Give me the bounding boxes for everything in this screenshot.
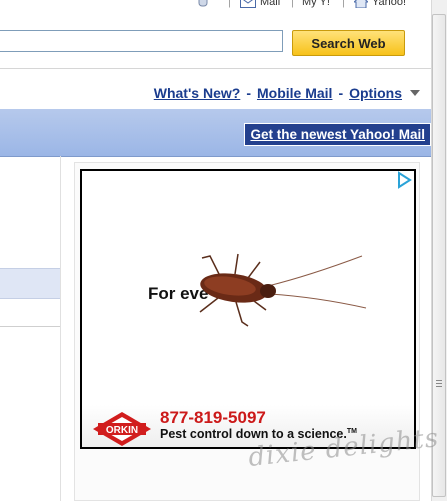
header-links: What's New? - Mobile Mail - Options bbox=[154, 85, 420, 101]
orkin-logo: ORKIN bbox=[93, 412, 151, 446]
search-input[interactable] bbox=[0, 30, 283, 52]
mobile-mail-link[interactable]: Mobile Mail bbox=[257, 85, 332, 101]
separator: | bbox=[228, 0, 231, 8]
cockroach-image bbox=[199, 253, 367, 327]
adchoices-icon[interactable] bbox=[395, 171, 413, 189]
yahoo-home-link[interactable]: Yahoo! bbox=[354, 0, 406, 8]
scroll-grip-line bbox=[436, 383, 442, 384]
user-icon-link[interactable] bbox=[196, 0, 210, 8]
mail-label: Mail bbox=[260, 0, 281, 8]
divider bbox=[0, 326, 60, 327]
chevron-down-icon[interactable] bbox=[410, 90, 420, 96]
yahoo-label: Yahoo! bbox=[372, 0, 407, 8]
my-yahoo-link[interactable]: My Y! bbox=[302, 0, 330, 8]
svg-text:ORKIN: ORKIN bbox=[106, 425, 138, 436]
selected-folder-row[interactable] bbox=[0, 268, 60, 299]
ad-phone-number[interactable]: 877-819-5097 bbox=[160, 408, 266, 428]
search-web-button[interactable]: Search Web bbox=[292, 30, 405, 56]
separator: | bbox=[342, 0, 345, 8]
separator: | bbox=[291, 0, 294, 8]
get-newest-mail-link[interactable]: Get the newest Yahoo! Mail bbox=[244, 123, 431, 146]
divider bbox=[0, 68, 431, 69]
link-separator: - bbox=[338, 85, 344, 101]
mail-link[interactable]: Mail bbox=[240, 0, 280, 8]
link-separator: - bbox=[246, 85, 251, 101]
column-divider bbox=[60, 156, 61, 501]
my-yahoo-label: My Y! bbox=[302, 0, 330, 8]
home-icon bbox=[354, 0, 368, 8]
scroll-grip-line bbox=[436, 380, 442, 381]
whats-new-link[interactable]: What's New? bbox=[154, 85, 241, 101]
options-link[interactable]: Options bbox=[349, 85, 402, 101]
mail-icon bbox=[240, 0, 256, 8]
user-icon bbox=[198, 0, 208, 7]
options-label: Options bbox=[349, 85, 402, 101]
scroll-grip-line bbox=[436, 386, 442, 387]
top-utility-bar: | Mail | My Y! | Yahoo! bbox=[0, 0, 431, 10]
